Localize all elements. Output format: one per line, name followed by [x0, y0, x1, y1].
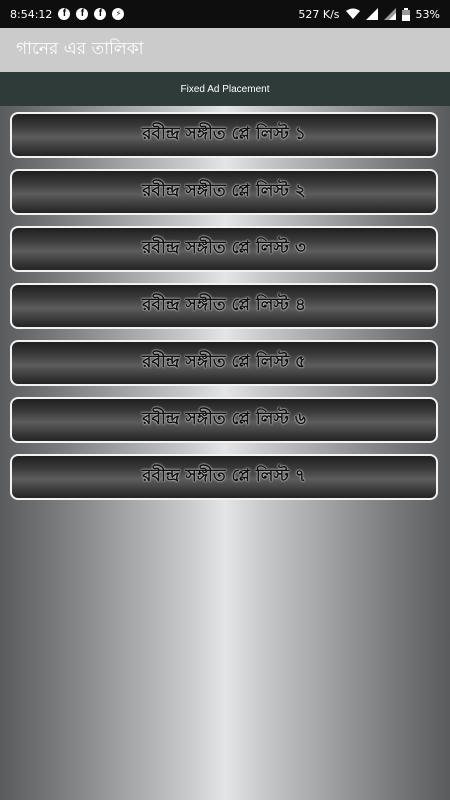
app-bar: গানের এর তালিকা [0, 28, 450, 72]
status-right: 527 K/s 53% [298, 7, 440, 21]
ad-label: Fixed Ad Placement [180, 83, 270, 95]
signal-icon [365, 8, 378, 20]
playlist-list: রবীন্দ্র সঙ্গীত প্লে লিস্ট ১ রবীন্দ্র সঙ… [10, 112, 438, 511]
playlist-label: রবীন্দ্র সঙ্গীত প্লে লিস্ট ৫ [142, 352, 306, 372]
page-title: গানের এর তালিকা [16, 39, 144, 59]
playlist-label: রবীন্দ্র সঙ্গীত প্লে লিস্ট ৬ [142, 409, 306, 429]
playlist-button-1[interactable]: রবীন্দ্র সঙ্গীত প্লে লিস্ট ১ [10, 112, 438, 158]
playlist-button-7[interactable]: রবীন্দ্র সঙ্গীত প্লে লিস্ট ৭ [10, 454, 438, 500]
playlist-label: রবীন্দ্র সঙ্গীত প্লে লিস্ট ৭ [142, 466, 306, 486]
playlist-button-2[interactable]: রবীন্দ্র সঙ্গীত প্লে লিস্ট ২ [10, 169, 438, 215]
playlist-button-4[interactable]: রবীন্দ্র সঙ্গীত প্লে লিস্ট ৪ [10, 283, 438, 329]
battery-icon [401, 7, 410, 21]
battery-level: 53% [415, 7, 440, 21]
facebook-icon: f [58, 8, 71, 20]
playlist-label: রবীন্দ্র সঙ্গীত প্লে লিস্ট ৩ [142, 238, 306, 258]
playlist-button-5[interactable]: রবীন্দ্র সঙ্গীত প্লে লিস্ট ৫ [10, 340, 438, 386]
playlist-button-6[interactable]: রবীন্দ্র সঙ্গীত প্লে লিস্ট ৬ [10, 397, 438, 443]
playlist-label: রবীন্দ্র সঙ্গীত প্লে লিস্ট ৪ [142, 295, 306, 315]
playlist-label: রবীন্দ্র সঙ্গীত প্লে লিস্ট ১ [142, 124, 306, 144]
wifi-icon [345, 8, 360, 19]
signal-icon [383, 8, 396, 20]
playlist-button-3[interactable]: রবীন্দ্র সঙ্গীত প্লে লিস্ট ৩ [10, 226, 438, 272]
facebook-icon: f [94, 8, 107, 20]
facebook-icon: f [76, 8, 89, 20]
status-bar: 8:54:12 f f f ⚡ 527 K/s 53% [0, 0, 450, 28]
network-speed: 527 K/s [298, 7, 340, 21]
ad-banner[interactable]: Fixed Ad Placement [0, 72, 450, 106]
playlist-label: রবীন্দ্র সঙ্গীত প্লে লিস্ট ২ [142, 181, 306, 201]
status-time: 8:54:12 [10, 7, 53, 21]
messenger-icon: ⚡ [112, 8, 125, 20]
status-left: 8:54:12 f f f ⚡ [10, 7, 125, 21]
